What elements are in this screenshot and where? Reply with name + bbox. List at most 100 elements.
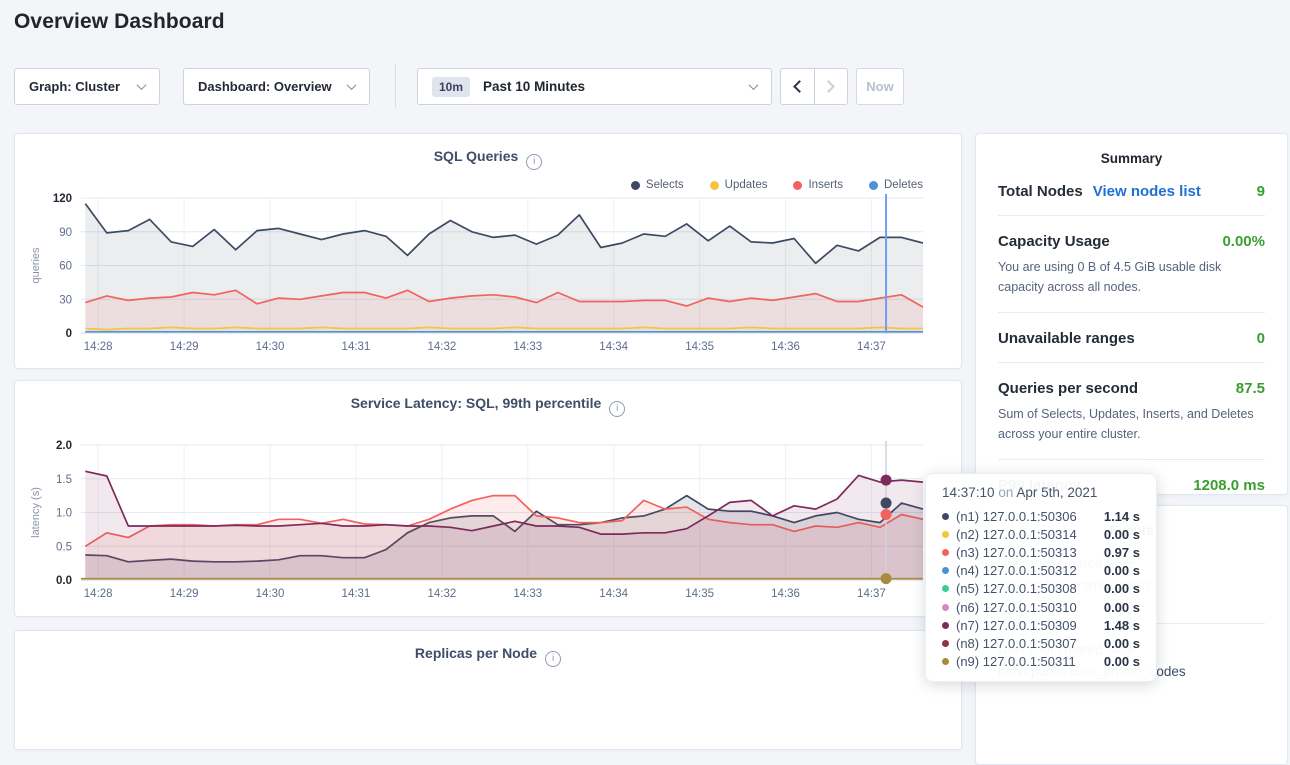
tooltip-node-value: 0.97 s [1104, 545, 1140, 560]
summary-item-header: Total Nodes View nodes list 9 [998, 183, 1265, 200]
graph-dropdown[interactable]: Graph: Cluster [14, 68, 160, 105]
tooltip-row: (n7) 127.0.0.1:50309 1.48 s [942, 616, 1140, 634]
tooltip-row: (n3) 127.0.0.1:50313 0.97 s [942, 543, 1140, 561]
divider [395, 64, 396, 108]
tooltip-date: Apr 5th, 2021 [1016, 485, 1097, 500]
svg-text:2.0: 2.0 [56, 440, 72, 452]
series-dot-icon [942, 658, 949, 665]
svg-text:14:30: 14:30 [256, 341, 285, 353]
time-range-arrows [780, 68, 848, 105]
tooltip-rows: (n1) 127.0.0.1:50306 1.14 s(n2) 127.0.0.1… [942, 507, 1140, 671]
summary-panel: Summary Total NodesView nodes list9Capac… [975, 133, 1288, 495]
series-dot-icon [942, 640, 949, 647]
tooltip-time: 14:37:10 [942, 485, 995, 500]
tooltip-node-value: 0.00 s [1104, 527, 1140, 542]
page-title: Overview Dashboard [14, 10, 225, 34]
replicas-title-row: Replicas per Node [15, 645, 961, 667]
tooltip-on-word: on [998, 485, 1013, 500]
svg-text:14:37: 14:37 [857, 341, 886, 353]
svg-text:14:31: 14:31 [342, 341, 371, 353]
replicas-per-node-card: Replicas per Node [14, 630, 962, 750]
chevron-down-icon [347, 80, 357, 90]
dashboard-dropdown-label: Dashboard: Overview [198, 79, 332, 94]
svg-text:14:31: 14:31 [342, 588, 371, 600]
series-dot-icon [942, 531, 949, 538]
chevron-down-icon [749, 80, 759, 90]
summary-item-value: 87.5 [1236, 380, 1265, 397]
tooltip-node-value: 0.00 s [1104, 654, 1140, 669]
prev-range-button[interactable] [781, 69, 814, 104]
graph-dropdown-label: Graph: Cluster [29, 79, 120, 94]
svg-text:14:30: 14:30 [256, 588, 285, 600]
series-dot-icon [942, 604, 949, 611]
chart-hover-tooltip: 14:37:10 on Apr 5th, 2021 (n1) 127.0.0.1… [925, 473, 1157, 682]
svg-text:14:34: 14:34 [599, 588, 628, 600]
svg-text:14:36: 14:36 [771, 341, 800, 353]
tooltip-node-label: (n1) 127.0.0.1:50306 [956, 509, 1077, 524]
summary-item-label: Capacity Usage [998, 233, 1110, 250]
tooltip-row: (n5) 127.0.0.1:503080.00 s [942, 580, 1140, 598]
tooltip-node-label: (n8) 127.0.0.1:50307 [956, 636, 1077, 651]
tooltip-node-value: 0.00 s [1104, 636, 1140, 651]
svg-text:14:32: 14:32 [427, 588, 456, 600]
tooltip-timestamp: 14:37:10 on Apr 5th, 2021 [942, 485, 1140, 500]
sql-queries-chart[interactable]: 14:2814:2914:3014:3114:3214:3314:3414:35… [15, 134, 963, 370]
service-latency-chart[interactable]: 14:2814:2914:3014:3114:3214:3314:3414:35… [15, 381, 963, 618]
tooltip-node-value: 1.14 s [1104, 509, 1140, 524]
tooltip-row: (n6) 127.0.0.1:503100.00 s [942, 598, 1140, 616]
summary-item-label: Unavailable ranges [998, 330, 1135, 347]
tooltip-row: (n2) 127.0.0.1:503140.00 s [942, 525, 1140, 543]
tooltip-node-value: 1.48 s [1104, 618, 1140, 633]
series-dot-icon [942, 585, 949, 592]
chevron-left-icon [793, 80, 806, 93]
svg-text:90: 90 [59, 227, 72, 239]
next-range-button[interactable] [814, 69, 847, 104]
summary-item: Total Nodes View nodes list 9 [998, 166, 1265, 216]
svg-text:0.5: 0.5 [56, 541, 72, 553]
view-nodes-list-link[interactable]: View nodes list [1093, 183, 1201, 200]
svg-text:14:29: 14:29 [170, 588, 199, 600]
time-range-selector[interactable]: 10m Past 10 Minutes [417, 68, 772, 105]
summary-item-label: Total Nodes [998, 183, 1083, 200]
tooltip-node-label: (n3) 127.0.0.1:50313 [956, 545, 1077, 560]
info-icon[interactable] [545, 651, 561, 667]
tooltip-row: (n9) 127.0.0.1:503110.00 s [942, 653, 1140, 671]
svg-text:60: 60 [59, 261, 72, 273]
svg-text:1.5: 1.5 [56, 474, 72, 486]
svg-text:14:37: 14:37 [857, 588, 886, 600]
replicas-title: Replicas per Node [415, 645, 537, 661]
summary-item-header: Queries per second87.5 [998, 380, 1265, 397]
series-dot-icon [942, 622, 949, 629]
time-range-label: Past 10 Minutes [483, 79, 585, 94]
sql-queries-card: SQL Queries SelectsUpdatesInsertsDeletes… [14, 133, 962, 369]
svg-text:14:35: 14:35 [685, 341, 714, 353]
tooltip-node-value: 0.00 s [1104, 563, 1140, 578]
summary-item: Unavailable ranges0 [998, 313, 1265, 363]
tooltip-node-label: (n5) 127.0.0.1:50308 [956, 581, 1077, 596]
svg-text:30: 30 [59, 294, 72, 306]
svg-text:0.0: 0.0 [56, 575, 72, 587]
summary-item-description: You are using 0 B of 4.5 GiB usable disk… [998, 257, 1265, 297]
service-latency-card: Service Latency: SQL, 99th percentile 14… [14, 380, 962, 617]
now-button[interactable]: Now [856, 68, 904, 105]
svg-text:14:33: 14:33 [513, 341, 542, 353]
svg-text:queries: queries [30, 247, 42, 284]
svg-text:0: 0 [66, 328, 72, 340]
summary-item: Queries per second87.5Sum of Selects, Up… [998, 363, 1265, 460]
tooltip-node-label: (n7) 127.0.0.1:50309 [956, 618, 1077, 633]
summary-item-value: 1208.0 ms [1193, 477, 1265, 494]
tooltip-row: (n4) 127.0.0.1:50312 0.00 s [942, 562, 1140, 580]
dashboard-dropdown[interactable]: Dashboard: Overview [183, 68, 370, 105]
svg-text:14:33: 14:33 [513, 588, 542, 600]
tooltip-node-label: (n6) 127.0.0.1:50310 [956, 600, 1077, 615]
svg-text:14:28: 14:28 [84, 341, 113, 353]
svg-text:14:35: 14:35 [685, 588, 714, 600]
tooltip-row: (n1) 127.0.0.1:50306 1.14 s [942, 507, 1140, 525]
series-dot-icon [942, 513, 949, 520]
chevron-down-icon [137, 80, 147, 90]
svg-text:14:32: 14:32 [427, 341, 456, 353]
tooltip-node-label: (n4) 127.0.0.1:50312 [956, 563, 1077, 578]
summary-item-value: 9 [1257, 183, 1265, 200]
series-dot-icon [942, 549, 949, 556]
svg-text:120: 120 [53, 193, 72, 205]
